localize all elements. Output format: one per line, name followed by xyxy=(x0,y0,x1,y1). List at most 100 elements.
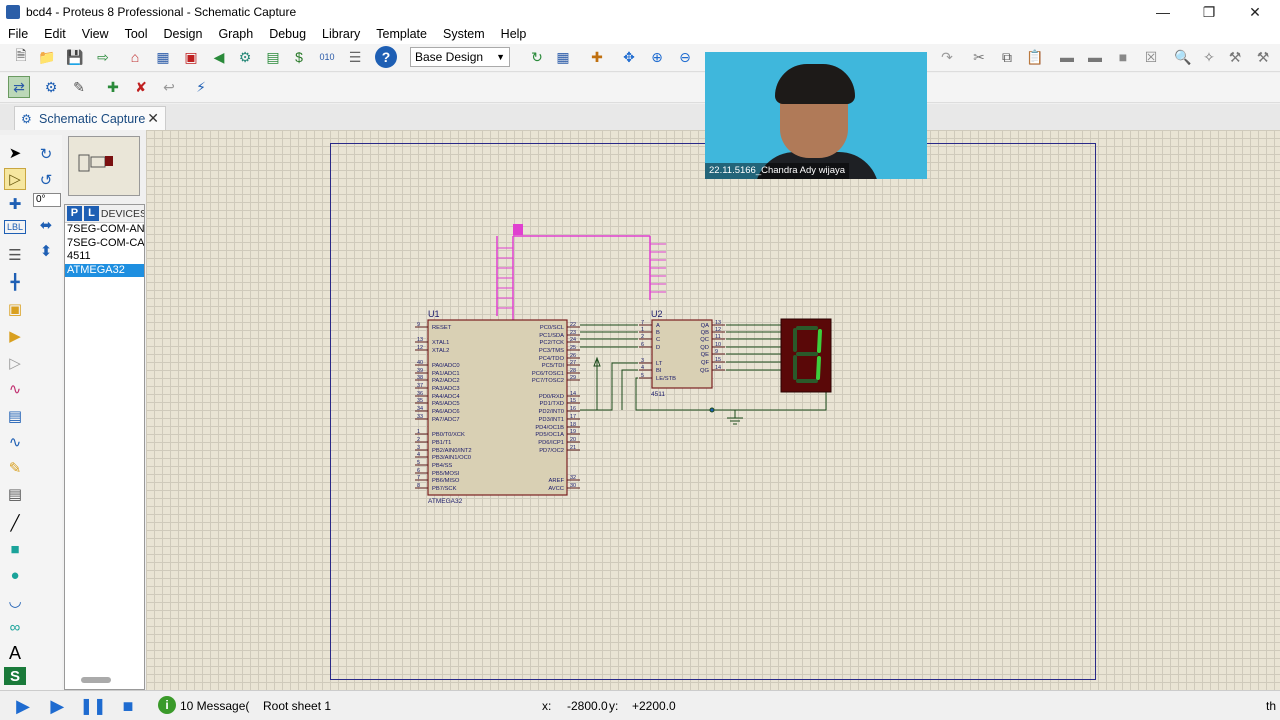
pan-icon[interactable]: ✥ xyxy=(618,46,640,68)
menu-help[interactable]: Help xyxy=(493,24,535,44)
pcb-icon[interactable]: ▣ xyxy=(180,46,202,68)
info-icon[interactable]: i xyxy=(158,696,176,714)
wire-autorouter-icon[interactable]: ⇄ xyxy=(8,76,30,98)
save-icon[interactable]: 💾 xyxy=(64,46,86,68)
pause-icon[interactable]: ❚❚ xyxy=(80,696,107,716)
pick-device-icon[interactable]: 🔍 xyxy=(1172,46,1194,68)
line-tool-icon[interactable]: ╱ xyxy=(4,512,26,534)
wire-label-mode-icon[interactable]: LBL xyxy=(4,220,26,234)
menu-system[interactable]: System xyxy=(435,24,493,44)
menu-tool[interactable]: Tool xyxy=(117,24,156,44)
schematic-icon[interactable]: ▦ xyxy=(152,46,174,68)
refresh-icon[interactable]: ↻ xyxy=(526,46,548,68)
device-item[interactable]: 4511 xyxy=(65,250,144,264)
make-device-icon[interactable]: ✧ xyxy=(1198,46,1220,68)
close-tab-icon[interactable]: ✕ xyxy=(147,110,159,127)
box-tool-icon[interactable]: ■ xyxy=(4,538,26,560)
new-sheet-icon[interactable]: ✚ xyxy=(102,76,124,98)
packaging-tool-icon[interactable]: ⚒ xyxy=(1224,46,1246,68)
gerber-icon[interactable]: ⚙ xyxy=(234,46,256,68)
paste-icon[interactable]: 📋 xyxy=(1024,46,1046,68)
menu-template[interactable]: Template xyxy=(368,24,435,44)
open-folder-icon[interactable]: 📁 xyxy=(36,46,58,68)
messages-count[interactable]: 10 Message( xyxy=(180,699,249,713)
restore-icon[interactable]: ❐ xyxy=(1186,0,1232,24)
block-copy-icon[interactable]: ▬ xyxy=(1056,46,1078,68)
import-icon[interactable]: ⇨ xyxy=(92,46,114,68)
block-rotate-icon[interactable]: ■ xyxy=(1112,46,1134,68)
path-tool-icon[interactable]: ∞ xyxy=(4,616,26,638)
menu-design[interactable]: Design xyxy=(156,24,211,44)
copy-icon[interactable]: ⧉ xyxy=(996,46,1018,68)
text-tool-icon[interactable]: A xyxy=(4,642,26,664)
minimize-icon[interactable]: — xyxy=(1140,0,1186,24)
new-file-icon[interactable]: 🗎 xyxy=(10,46,32,68)
zoom-out-icon[interactable]: ⊖ xyxy=(674,46,696,68)
tape-recorder-mode-icon[interactable]: ▤ xyxy=(4,405,26,427)
remove-sheet-icon[interactable]: ✘ xyxy=(130,76,152,98)
menu-file[interactable]: File xyxy=(0,24,36,44)
menu-debug[interactable]: Debug xyxy=(261,24,314,44)
stop-icon[interactable]: ■ xyxy=(117,696,139,716)
rotate-clockwise-icon[interactable]: ↻ xyxy=(35,143,57,165)
rotation-angle-field[interactable]: 0° xyxy=(33,193,61,207)
origin-icon[interactable]: ✚ xyxy=(586,46,608,68)
overview-thumbnail xyxy=(78,154,113,172)
property-assignment-icon[interactable]: ✎ xyxy=(68,76,90,98)
grid-toggle-icon[interactable]: ▦ xyxy=(552,46,574,68)
device-selector: P L DEVICES 7SEG-COM-AN 7SEG-COM-CA 4511… xyxy=(64,204,145,690)
device-pins-mode-icon[interactable]: ▷ xyxy=(4,352,26,374)
redo-icon[interactable]: ↷ xyxy=(936,46,958,68)
menu-graph[interactable]: Graph xyxy=(210,24,261,44)
component-mode-icon[interactable]: ▷ xyxy=(4,168,26,190)
text-script-mode-icon[interactable]: ☰ xyxy=(4,244,26,266)
menu-library[interactable]: Library xyxy=(314,24,368,44)
graph-mode-icon[interactable]: ∿ xyxy=(4,378,26,400)
generator-mode-icon[interactable]: ∿ xyxy=(4,431,26,453)
device-item[interactable]: 7SEG-COM-CA xyxy=(65,237,144,251)
circle-tool-icon[interactable]: ● xyxy=(4,564,26,586)
menu-edit[interactable]: Edit xyxy=(36,24,74,44)
step-icon[interactable]: ▶ xyxy=(47,696,69,716)
search-tagged-icon[interactable]: ⚙ xyxy=(40,76,62,98)
block-move-icon[interactable]: ▬ xyxy=(1084,46,1106,68)
design-explorer-icon[interactable]: $ xyxy=(288,46,310,68)
probe-mode-icon[interactable]: ✎ xyxy=(4,457,26,479)
block-delete-icon[interactable]: ☒ xyxy=(1140,46,1162,68)
rotate-anticlockwise-icon[interactable]: ↺ xyxy=(35,169,57,191)
close-window-icon[interactable]: ✕ xyxy=(1232,0,1278,24)
menu-bar: File Edit View Tool Design Graph Debug L… xyxy=(0,24,1280,44)
design-select[interactable]: Base Design ▼ xyxy=(410,47,510,67)
mirror-horizontal-icon[interactable]: ⬌ xyxy=(35,214,57,236)
tab-schematic-capture[interactable]: ⚙ Schematic Capture ✕ xyxy=(14,106,166,130)
pick-devices-button[interactable]: P xyxy=(67,206,82,221)
selection-mode-icon[interactable]: ➤ xyxy=(4,142,26,164)
exit-to-parent-icon[interactable]: ↩ xyxy=(158,76,180,98)
buses-mode-icon[interactable]: ╋ xyxy=(4,271,26,293)
cut-icon[interactable]: ✂ xyxy=(968,46,990,68)
device-item[interactable]: 7SEG-COM-AN xyxy=(65,223,144,237)
3d-view-icon[interactable]: ◀ xyxy=(208,46,230,68)
menu-view[interactable]: View xyxy=(74,24,117,44)
source-code-icon[interactable]: 010 xyxy=(316,46,338,68)
overview-window[interactable] xyxy=(68,136,140,196)
notes-icon[interactable]: ☰ xyxy=(344,46,366,68)
device-list-scrollbar[interactable] xyxy=(81,677,111,683)
bom-icon[interactable]: ▤ xyxy=(262,46,284,68)
zoom-in-icon[interactable]: ⊕ xyxy=(646,46,668,68)
junction-mode-icon[interactable]: ✚ xyxy=(4,193,26,215)
symbol-tool-icon[interactable]: S xyxy=(4,667,26,685)
arc-tool-icon[interactable]: ◡ xyxy=(4,590,26,612)
electrical-rule-check-icon[interactable]: ⚡ xyxy=(190,76,212,98)
play-icon[interactable]: ▶ xyxy=(12,696,34,716)
webcam-caption: 22.11.5166_Chandra Ady wijaya xyxy=(705,163,850,179)
help-icon[interactable]: ? xyxy=(375,46,397,68)
decompose-icon[interactable]: ⚒ xyxy=(1252,46,1274,68)
subcircuit-mode-icon[interactable]: ▣ xyxy=(4,298,26,320)
terminals-mode-icon[interactable]: ▶ xyxy=(4,325,26,347)
mirror-vertical-icon[interactable]: ⬍ xyxy=(35,240,57,262)
home-icon[interactable]: ⌂ xyxy=(124,46,146,68)
instruments-mode-icon[interactable]: ▤ xyxy=(4,483,26,505)
library-manager-button[interactable]: L xyxy=(83,206,99,221)
device-item[interactable]: ATMEGA32 xyxy=(65,263,144,277)
